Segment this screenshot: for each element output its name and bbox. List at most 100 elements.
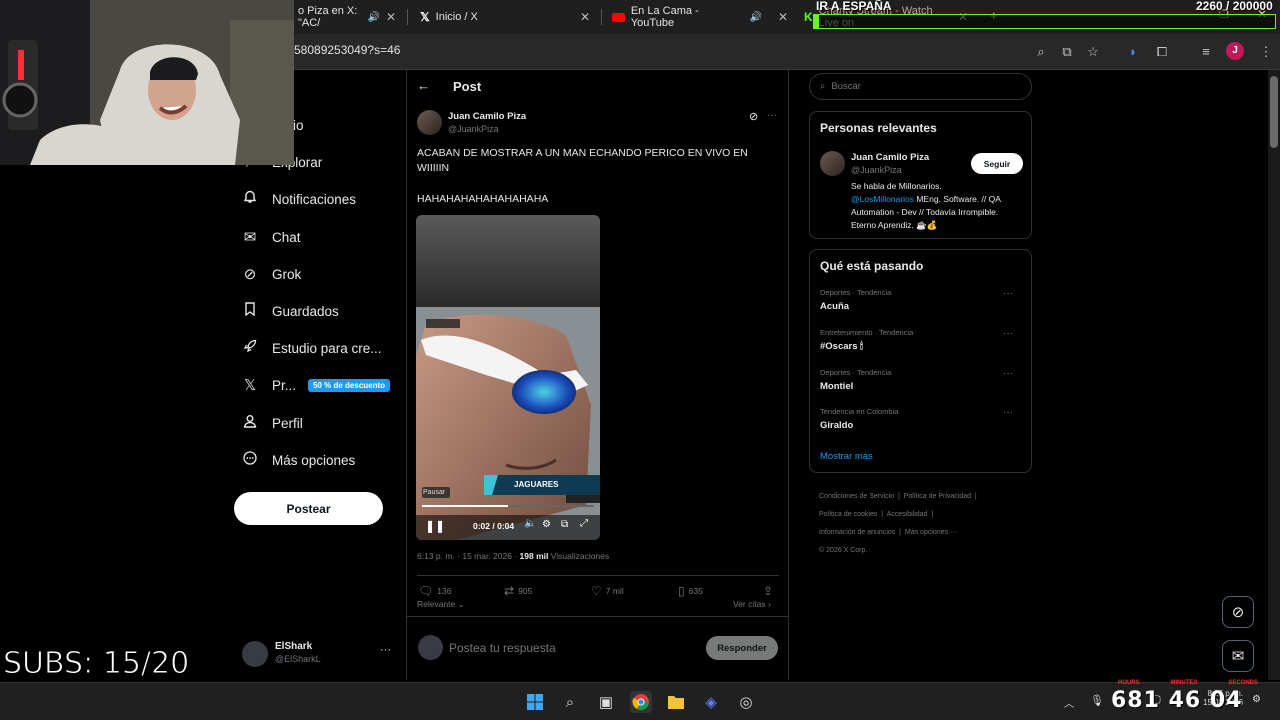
more-icon[interactable]: ··· <box>1003 368 1013 379</box>
extension-audio-icon[interactable]: ◗ <box>1123 42 1143 62</box>
reply-action[interactable]: 🗨 136 <box>418 584 451 598</box>
follow-button[interactable]: Seguir <box>971 153 1023 174</box>
search-placeholder: Buscar <box>831 81 861 92</box>
scrollbar-thumb[interactable] <box>1270 76 1278 148</box>
windows-start-icon[interactable] <box>524 691 546 713</box>
trend-name: #Oscars 🕯 <box>820 341 863 352</box>
nav-premium[interactable]: 𝕏 Pr... 50 % de descuento <box>242 370 391 400</box>
more-icon[interactable]: ··· <box>380 644 391 656</box>
author-handle[interactable]: @JuankPiza <box>448 124 499 134</box>
trend-item[interactable]: Entretenimiento · Tendencia #Oscars 🕯 ··… <box>820 328 1023 358</box>
app-icon[interactable]: ◈ <box>700 691 722 713</box>
nav-profile[interactable]: Perfil <box>242 408 303 438</box>
relevant-name[interactable]: Juan Camilo Piza <box>851 152 929 163</box>
rocket-icon <box>242 339 258 357</box>
extensions-icon[interactable]: ⧠ <box>1152 42 1172 62</box>
more-icon[interactable]: ··· <box>1003 288 1013 299</box>
page-scrollbar[interactable] <box>1268 70 1280 680</box>
share-action[interactable]: ⇪ <box>763 584 773 598</box>
nav-bookmarks[interactable]: Guardados <box>242 296 339 326</box>
bookmark-icon <box>242 302 258 320</box>
bookmark-action[interactable]: ▯ 635 <box>678 584 703 598</box>
author-avatar[interactable] <box>417 110 442 135</box>
avatar[interactable] <box>820 151 845 176</box>
search-icon[interactable]: ⌕ <box>559 691 581 713</box>
see-quotes-link[interactable]: Ver citas › <box>733 599 771 609</box>
close-tab-icon[interactable]: ✕ <box>580 10 590 24</box>
nav-creator-studio[interactable]: Estudio para cre... <box>242 333 382 363</box>
trend-item[interactable]: Deportes · Tendencia Montiel ··· <box>820 368 1023 398</box>
menu-kebab-icon[interactable]: ⋮ <box>1256 42 1276 62</box>
more-icon[interactable]: ··· <box>1003 328 1013 339</box>
trend-meta: Deportes · Tendencia <box>820 288 892 297</box>
bookmark-star-icon[interactable]: ☆ <box>1083 42 1103 62</box>
settings-gear-icon[interactable]: ⚙ <box>542 519 551 530</box>
nav-label: Grok <box>272 266 302 282</box>
cast-icon[interactable]: ⧉ <box>1057 42 1077 62</box>
trend-item[interactable]: Tendencia en Colombia Giraldo ··· <box>820 407 1023 437</box>
close-tab-icon[interactable]: ✕ <box>778 10 788 24</box>
microphone-icon[interactable]: 🎙 <box>1090 694 1104 707</box>
footer-link[interactable]: Más opciones ··· <box>905 529 957 536</box>
reply-input[interactable]: Postea tu respuesta <box>449 641 556 655</box>
messages-float-button[interactable]: ✉ <box>1222 640 1254 672</box>
file-explorer-icon[interactable] <box>665 691 687 713</box>
bio-mention-link[interactable]: @LosMillonarios <box>851 194 914 204</box>
nav-notifications[interactable]: Notificaciones <box>242 184 356 214</box>
timer-label-seconds: SECONDS <box>1228 680 1258 686</box>
speaker-icon[interactable]: 🔊 <box>749 12 761 23</box>
volume-icon[interactable]: 🔈 <box>524 518 536 529</box>
goal-title: IR A ESPAÑA <box>816 0 892 13</box>
chevron-up-icon[interactable]: ︿ <box>1064 695 1074 710</box>
fullscreen-icon[interactable]: ⤢ <box>580 518 588 529</box>
search-input[interactable]: ⌕ Buscar <box>809 73 1032 100</box>
trend-name: Acuña <box>820 301 850 312</box>
footer-link[interactable]: Política de cookies <box>819 511 877 518</box>
tab-post-active[interactable]: o Piza en X: "AC/ 🔊 ✕ <box>290 3 404 31</box>
footer-link[interactable]: Accesibilidad <box>887 511 928 518</box>
grok-float-button[interactable]: ⊘ <box>1222 596 1254 628</box>
notifications-icon[interactable]: ⚙ <box>1252 694 1261 705</box>
webcam-feed <box>0 0 294 165</box>
tab-youtube[interactable]: En La Cama - YouTube 🔊 ✕ <box>604 3 796 31</box>
goal-progress-fill <box>814 15 819 28</box>
nav-chat[interactable]: ✉ Chat <box>242 222 301 252</box>
footer-link[interactable]: Política de Privacidad <box>904 493 971 500</box>
like-action[interactable]: ♡ 7 mil <box>591 584 624 598</box>
divider <box>407 616 788 617</box>
nav-more[interactable]: Más opciones <box>242 445 355 475</box>
sort-dropdown[interactable]: Relevante ⌄ <box>417 599 465 610</box>
nav-grok[interactable]: ⊘ Grok <box>242 259 302 289</box>
profile-avatar[interactable]: J <box>1226 42 1244 60</box>
taskbar: ⌕ ▣ ◈ ◎ ︿ 🎙 🖵 8:26 p. m. 15/03/2026 ⚙ <box>0 682 1280 720</box>
pip-icon[interactable]: ⧉ <box>561 519 568 530</box>
pause-icon[interactable]: ❚❚ <box>425 519 445 533</box>
media-control-icon[interactable]: ≡ <box>1196 42 1216 62</box>
more-options-icon[interactable]: ··· <box>767 110 777 121</box>
relevant-handle[interactable]: @JuankPiza <box>851 165 902 175</box>
obs-icon[interactable]: ◎ <box>735 691 757 713</box>
zoom-icon[interactable]: ⌕ <box>1031 42 1051 62</box>
account-switcher[interactable]: ElShark @ElSharkL ··· <box>240 638 400 670</box>
reply-button[interactable]: Responder <box>706 636 778 660</box>
tab-inicio[interactable]: 𝕏 Inicio / X ✕ <box>412 3 598 31</box>
grok-explain-icon[interactable]: ⊘ <box>749 110 758 123</box>
chrome-icon[interactable] <box>630 691 652 713</box>
repost-action[interactable]: ⇄ 905 <box>504 584 532 598</box>
more-icon[interactable]: ··· <box>1003 407 1013 418</box>
footer-link[interactable]: Condiciones de Servicio <box>819 493 894 500</box>
back-arrow-icon[interactable]: ← <box>417 78 430 93</box>
post-timestamp[interactable]: 6:13 p. m. · 15 mar. 2026 · <box>417 551 517 561</box>
like-count: 7 mil <box>605 586 624 596</box>
speaker-icon[interactable]: 🔊 <box>367 12 379 23</box>
trend-item[interactable]: Deportes · Tendencia Acuña ··· <box>820 288 1023 318</box>
close-tab-icon[interactable]: ✕ <box>386 10 396 24</box>
task-view-icon[interactable]: ▣ <box>595 691 617 713</box>
post-button[interactable]: Postear <box>234 492 383 525</box>
author-name[interactable]: Juan Camilo Piza <box>448 111 526 122</box>
trend-name: Giraldo <box>820 420 854 431</box>
url-field[interactable]: 58089253049?s=46 <box>294 43 400 57</box>
video-player[interactable]: JAGUARES Pausar ❚❚ 0:02 / 0:04 🔈 ⚙ ⧉ ⤢ <box>416 215 600 540</box>
footer-link[interactable]: Información de anuncios <box>819 529 895 536</box>
show-more-link[interactable]: Mostrar más <box>820 451 873 462</box>
